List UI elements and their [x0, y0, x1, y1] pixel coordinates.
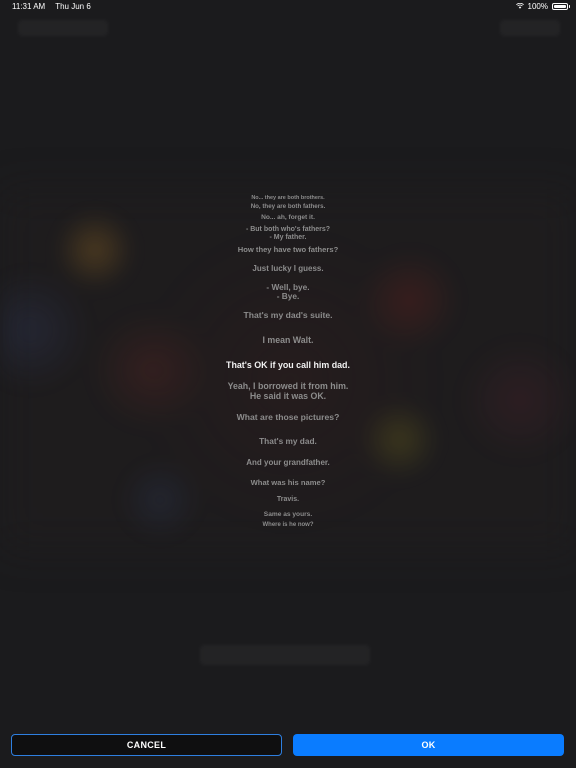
status-right: 100% — [515, 1, 570, 11]
blurred-header-left — [18, 20, 108, 36]
subtitle-list[interactable]: No... they are both brothers. No, they ar… — [208, 186, 368, 543]
subtitle-line[interactable]: What was his name? — [208, 478, 368, 487]
subtitle-line[interactable]: How they have two fathers? — [208, 245, 368, 254]
status-date: Thu Jun 6 — [55, 1, 91, 11]
wifi-icon — [515, 3, 524, 9]
subtitle-line[interactable]: Travis. — [208, 496, 368, 504]
subtitle-line[interactable]: That's my dad's suite. — [208, 310, 368, 320]
blurred-header-right — [500, 20, 560, 36]
subtitle-line[interactable]: I mean Walt. — [208, 335, 368, 346]
blurred-bottom-control — [200, 645, 370, 665]
subtitle-line-current[interactable]: That's OK if you call him dad. — [208, 360, 368, 371]
subtitle-line[interactable]: What are those pictures? — [208, 412, 368, 422]
subtitle-line[interactable]: No, they are both fathers. — [208, 203, 368, 211]
cancel-button[interactable]: CANCEL — [11, 734, 282, 756]
battery-icon — [552, 2, 570, 10]
subtitle-line[interactable]: No... they are both brothers. — [208, 195, 368, 201]
status-bar: 11:31 AM Thu Jun 6 100% — [0, 0, 576, 12]
subtitle-line[interactable]: - But both who's fathers? - My father. — [208, 226, 368, 241]
subtitle-line[interactable]: That's my dad. — [208, 436, 368, 446]
subtitle-line[interactable]: Yeah, I borrowed it from him. He said it… — [208, 381, 368, 401]
subtitle-line[interactable]: Just lucky I guess. — [208, 264, 368, 274]
subtitle-line[interactable]: - Well, bye. - Bye. — [208, 282, 368, 301]
battery-percent: 100% — [527, 1, 548, 11]
status-time: 11:31 AM — [12, 1, 46, 11]
subtitle-line[interactable]: And your grandfather. — [208, 458, 368, 468]
ok-button[interactable]: OK — [293, 734, 564, 756]
battery-fill — [554, 4, 566, 8]
subtitle-line[interactable]: No... ah, forget it. — [208, 214, 368, 221]
subtitle-line[interactable]: Where is he now? — [208, 522, 368, 529]
subtitle-line[interactable]: Same as yours. — [208, 511, 368, 518]
